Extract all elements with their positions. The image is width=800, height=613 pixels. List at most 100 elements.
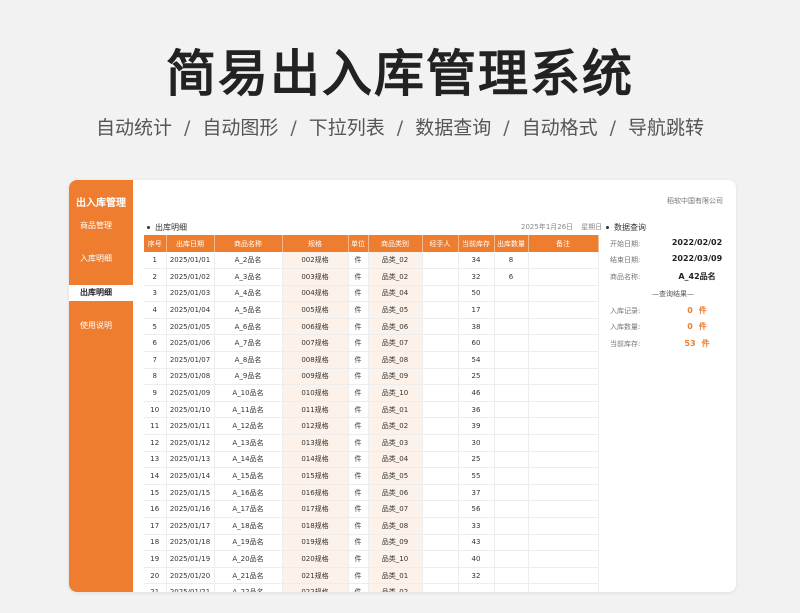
table-cell[interactable] [528,550,599,568]
table-cell[interactable]: 56 [458,500,495,518]
table-cell[interactable]: 60 [458,334,495,353]
table-cell[interactable] [528,384,599,402]
table-cell[interactable]: A_21品名 [214,567,283,585]
table-cell[interactable]: A_20品名 [214,550,283,568]
table-cell[interactable]: 件 [348,268,369,286]
table-cell[interactable]: 14 [144,467,167,485]
table-cell[interactable]: 018规格 [282,517,349,535]
start-date-value[interactable]: 2022/02/02 [657,238,736,247]
table-cell[interactable] [528,252,599,270]
table-cell[interactable]: 品类_10 [368,550,423,568]
table-cell[interactable] [494,368,529,386]
table-cell[interactable]: 009规格 [282,368,349,386]
table-cell[interactable] [528,467,599,485]
table-cell[interactable] [422,567,459,585]
table-cell[interactable]: 1 [144,252,167,270]
table-cell[interactable]: 件 [348,252,369,270]
table-cell[interactable]: 21 [144,583,167,592]
table-cell[interactable]: 2025/01/10 [166,401,215,419]
table-cell[interactable]: A_19品名 [214,534,283,552]
table-cell[interactable]: 5 [144,318,167,336]
table-cell[interactable]: 2025/01/14 [166,467,215,485]
table-cell[interactable]: 件 [348,434,369,452]
table-cell[interactable]: 2025/01/12 [166,434,215,452]
table-cell[interactable]: 19 [144,550,167,568]
table-cell[interactable]: 件 [348,517,369,535]
table-cell[interactable]: 002规格 [282,252,349,270]
table-cell[interactable] [494,401,529,419]
table-cell[interactable]: 2025/01/09 [166,384,215,402]
table-cell[interactable]: 品类_05 [368,301,423,319]
table-cell[interactable]: 11 [144,417,167,436]
table-cell[interactable] [494,351,529,369]
table-cell[interactable]: 30 [458,434,495,452]
table-cell[interactable]: 2025/01/15 [166,484,215,502]
table-cell[interactable] [528,500,599,518]
table-cell[interactable]: 55 [458,467,495,485]
table-cell[interactable]: 2025/01/20 [166,567,215,585]
table-cell[interactable]: 18 [144,534,167,552]
table-cell[interactable]: 件 [348,368,369,386]
table-cell[interactable] [422,583,459,592]
sidebar-item-instructions[interactable]: 使用说明 [69,318,133,334]
table-cell[interactable]: 33 [458,517,495,535]
table-cell[interactable]: 4 [144,301,167,319]
table-cell[interactable]: 2025/01/11 [166,417,215,436]
table-cell[interactable] [422,451,459,469]
table-cell[interactable]: 004规格 [282,285,349,303]
table-cell[interactable] [422,368,459,386]
table-cell[interactable]: A_16品名 [214,484,283,502]
table-cell[interactable] [528,334,599,353]
table-cell[interactable] [422,285,459,303]
table-cell[interactable]: 016规格 [282,484,349,502]
table-cell[interactable]: 9 [144,384,167,402]
table-cell[interactable]: 20 [144,567,167,585]
table-cell[interactable]: 38 [458,318,495,336]
table-cell[interactable]: 15 [144,484,167,502]
table-cell[interactable]: 件 [348,484,369,502]
table-cell[interactable] [494,451,529,469]
table-cell[interactable]: 32 [458,268,495,286]
table-cell[interactable] [494,334,529,353]
table-cell[interactable]: 品类_08 [368,517,423,535]
table-cell[interactable]: 008规格 [282,351,349,369]
table-cell[interactable]: 006规格 [282,318,349,336]
table-cell[interactable]: 件 [348,567,369,585]
table-cell[interactable] [458,583,495,592]
end-date-value[interactable]: 2022/03/09 [657,254,736,263]
table-cell[interactable]: 25 [458,368,495,386]
table-cell[interactable]: 017规格 [282,500,349,518]
table-cell[interactable]: 2025/01/01 [166,252,215,270]
table-cell[interactable]: 021规格 [282,567,349,585]
table-cell[interactable]: 件 [348,285,369,303]
table-cell[interactable]: 013规格 [282,434,349,452]
table-cell[interactable] [528,368,599,386]
table-cell[interactable]: A_13品名 [214,434,283,452]
table-cell[interactable]: 2025/01/07 [166,351,215,369]
table-cell[interactable]: 品类_02 [368,417,423,436]
table-cell[interactable]: 16 [144,500,167,518]
table-cell[interactable] [528,318,599,336]
table-cell[interactable]: A_3品名 [214,268,283,286]
table-cell[interactable]: 2 [144,268,167,286]
table-cell[interactable]: 003规格 [282,268,349,286]
table-cell[interactable] [494,583,529,592]
table-cell[interactable]: 件 [348,534,369,552]
table-cell[interactable]: 件 [348,318,369,336]
table-cell[interactable]: 2025/01/03 [166,285,215,303]
table-cell[interactable] [422,417,459,436]
table-cell[interactable]: 2025/01/02 [166,268,215,286]
table-cell[interactable]: 品类_08 [368,351,423,369]
table-cell[interactable]: A_5品名 [214,301,283,319]
table-cell[interactable]: A_22品名 [214,583,283,592]
table-cell[interactable] [494,467,529,485]
table-cell[interactable] [422,351,459,369]
table-cell[interactable]: 50 [458,285,495,303]
table-cell[interactable] [422,517,459,535]
table-cell[interactable]: 件 [348,417,369,436]
table-cell[interactable] [422,534,459,552]
sidebar-item-inbound[interactable]: 入库明细 [69,251,133,267]
table-cell[interactable] [494,484,529,502]
table-cell[interactable]: 3 [144,285,167,303]
table-cell[interactable]: 2025/01/16 [166,500,215,518]
